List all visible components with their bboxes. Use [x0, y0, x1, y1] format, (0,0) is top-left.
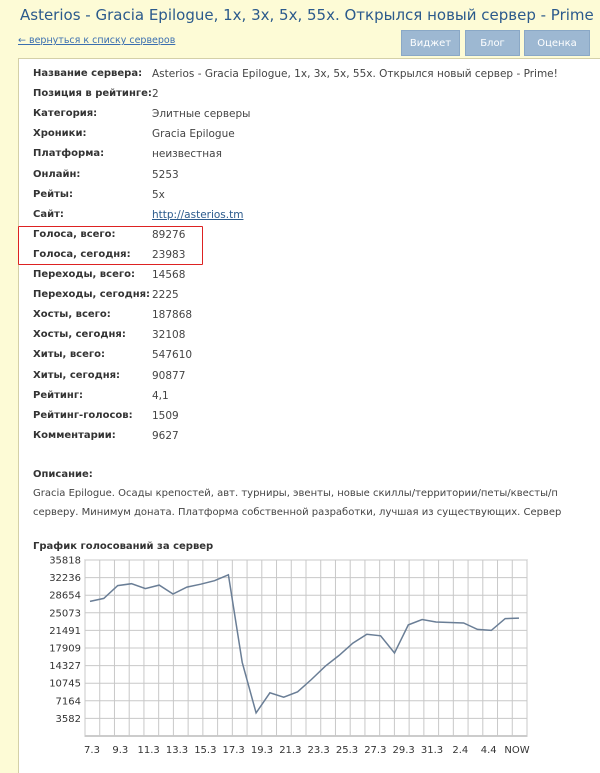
- y-tick-label: 21491: [49, 626, 81, 637]
- y-tick-label: 3582: [56, 714, 81, 725]
- x-tick-label: 4.4: [481, 745, 497, 756]
- y-tick-label: 7164: [56, 696, 81, 707]
- y-tick-label: 28654: [49, 591, 81, 602]
- x-tick-label: NOW: [504, 745, 529, 756]
- x-tick-label: 31.3: [421, 745, 443, 756]
- x-tick-label: 23.3: [308, 745, 330, 756]
- x-tick-label: 27.3: [364, 745, 386, 756]
- x-tick-label: 9.3: [112, 745, 128, 756]
- x-tick-label: 13.3: [166, 745, 188, 756]
- votes-chart: 3582 7164 10745 14327 17909 21491 25073 28654 32…: [49, 556, 530, 757]
- x-tick-label: 25.3: [336, 745, 358, 756]
- y-tick-label: 14327: [49, 661, 81, 672]
- x-tick-label: 7.3: [84, 745, 100, 756]
- x-tick-label: 17.3: [223, 745, 245, 756]
- y-tick-label: 10745: [49, 679, 81, 690]
- x-tick-label: 15.3: [194, 745, 216, 756]
- y-tick-label: 25073: [49, 608, 81, 619]
- x-tick-label: 2.4: [452, 745, 468, 756]
- x-tick-label: 29.3: [393, 745, 415, 756]
- y-tick-label: 35818: [49, 556, 81, 567]
- x-tick-label: 21.3: [279, 745, 301, 756]
- y-tick-label: 17909: [49, 644, 81, 655]
- x-tick-label: 19.3: [251, 745, 273, 756]
- x-tick-label: 11.3: [138, 745, 160, 756]
- y-tick-label: 32236: [49, 573, 81, 584]
